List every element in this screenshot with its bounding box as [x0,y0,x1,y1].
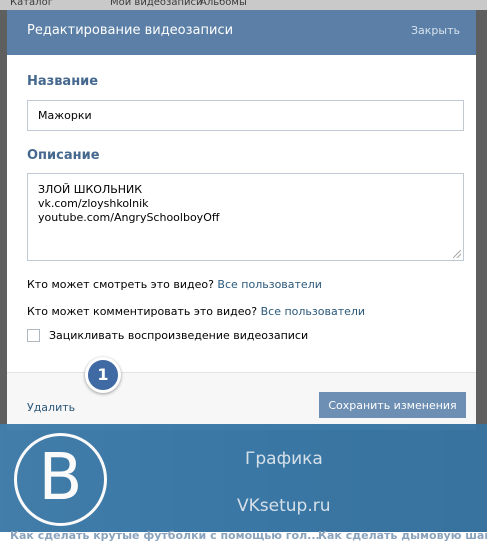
annotation-number-badge: 1 [85,357,121,393]
watermark-text-graphics: Графика [245,449,323,469]
background-overlay-left [0,10,7,430]
view-permission-question: Кто может смотреть это видео? [27,278,214,291]
dialog-title: Редактирование видеозаписи [27,23,234,38]
edit-video-dialog: Редактирование видеозаписи Закрыть Назва… [7,10,476,430]
resize-grip-icon[interactable] [453,250,461,258]
comment-permission-question: Кто может комментировать это видео? [27,305,258,318]
background-overlay-right [476,10,487,430]
delete-link[interactable]: Удалить [27,401,75,414]
comment-permission-link[interactable]: Все пользователи [261,305,365,318]
watermark-text-site: VKsetup.ru [237,496,331,516]
description-line: vk.com/zloyshkolnik [38,197,149,210]
comment-permission-row: Кто может комментировать это видео? Все … [27,305,365,318]
dialog-header: Редактирование видеозаписи Закрыть [7,10,476,55]
dialog-footer: Удалить Сохранить изменения [7,372,476,430]
bottom-video-link[interactable]: Как сделать дымовую шаш... [318,529,487,542]
loop-checkbox-label[interactable]: Зацикливать воспроизведение видеозаписи [49,329,308,342]
bottom-video-link[interactable]: Как сделать крутые футболки с помощью го… [10,529,320,542]
description-textarea[interactable]: ЗЛОЙ ШКОЛЬНИК vk.com/zloyshkolnik youtub… [27,173,464,261]
loop-checkbox[interactable] [27,329,40,342]
save-changes-button[interactable]: Сохранить изменения [319,392,466,418]
description-line: ЗЛОЙ ШКОЛЬНИК [38,183,143,196]
name-label: Название [27,74,99,89]
background-tab-albums[interactable]: Альбомы [200,0,247,8]
description-line: youtube.com/AngrySchoolboyOff [38,211,220,224]
background-tab-bar: Каталог Мои видеозаписи Альбомы [0,0,487,10]
watermark-band: B Графика VKsetup.ru [0,424,487,532]
logo-letter: B [38,441,83,515]
background-tab-my-videos[interactable]: Мои видеозаписи [110,0,202,8]
background-tab-catalog[interactable]: Каталог [10,0,53,8]
view-permission-link[interactable]: Все пользователи [217,278,321,291]
name-input[interactable]: Мажорки [27,100,464,131]
close-link[interactable]: Закрыть [411,24,460,37]
view-permission-row: Кто может смотреть это видео? Все пользо… [27,278,322,291]
description-label: Описание [27,148,100,163]
